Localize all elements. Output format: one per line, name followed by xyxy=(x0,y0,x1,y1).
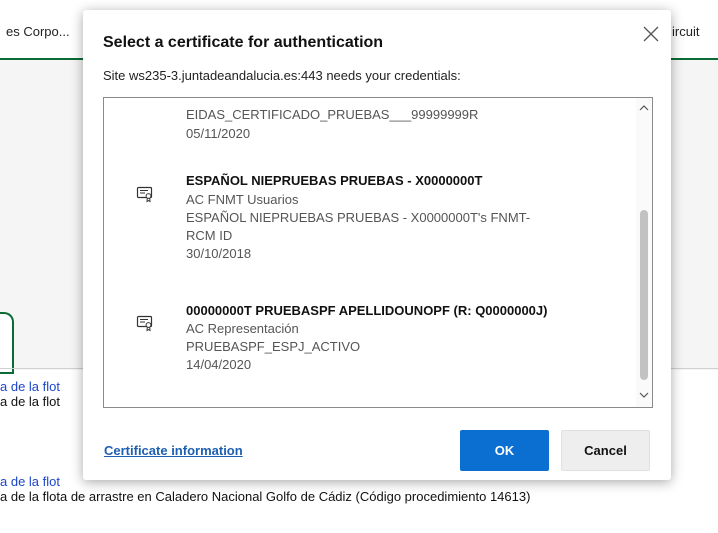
certificate-detail: ESPAÑOL NIEPRUEBAS PRUEBAS - X0000000T's… xyxy=(186,210,531,225)
certificate-icon xyxy=(136,186,153,203)
background-procedure-link[interactable]: a de la flot xyxy=(0,379,60,394)
certificate-date: 05/11/2020 xyxy=(186,126,251,141)
background-procedure-text: a de la flota de arrastre en Caladero Na… xyxy=(0,489,531,504)
background-procedure-link[interactable]: a de la flot xyxy=(0,474,60,489)
scroll-up-arrow-icon[interactable] xyxy=(639,104,649,112)
certificate-issuer: AC Representación xyxy=(186,321,299,336)
background-tab-right[interactable]: ircuit xyxy=(672,24,699,39)
certificate-detail: RCM ID xyxy=(186,228,233,243)
certificate-icon xyxy=(136,315,153,332)
dialog-subtitle: Site ws235-3.juntadeandalucia.es:443 nee… xyxy=(103,68,461,83)
background-card-edge xyxy=(0,312,14,374)
certificate-issuer: AC FNMT Usuarios xyxy=(186,192,299,207)
dialog-title: Select a certificate for authentication xyxy=(103,34,384,51)
list-scrollbar[interactable] xyxy=(636,98,652,407)
certificate-list[interactable]: EIDAS_CERTIFICADO_PRUEBAS___99999999R 05… xyxy=(103,97,653,408)
certificate-detail: PRUEBASPF_ESPJ_ACTIVO xyxy=(186,339,361,354)
scrollbar-thumb[interactable] xyxy=(640,210,648,380)
certificate-name: ESPAÑOL NIEPRUEBAS PRUEBAS - X0000000T xyxy=(186,173,483,188)
close-icon[interactable] xyxy=(641,24,661,44)
certificate-dialog: Select a certificate for authentication … xyxy=(83,10,671,480)
ok-button[interactable]: OK xyxy=(460,430,549,471)
scroll-down-arrow-icon[interactable] xyxy=(639,391,649,399)
certificate-date: 14/04/2020 xyxy=(186,357,252,372)
background-tab-left[interactable]: es Corpo... xyxy=(6,24,70,39)
certificate-date: 30/10/2018 xyxy=(186,246,252,261)
background-procedure-text: a de la flot xyxy=(0,394,60,409)
certificate-information-link[interactable]: Certificate information xyxy=(104,443,243,458)
cancel-button[interactable]: Cancel xyxy=(561,430,650,471)
certificate-detail: EIDAS_CERTIFICADO_PRUEBAS___99999999R xyxy=(186,107,479,122)
certificate-name: 00000000T PRUEBASPF APELLIDOUNOPF (R: Q0… xyxy=(186,303,548,318)
